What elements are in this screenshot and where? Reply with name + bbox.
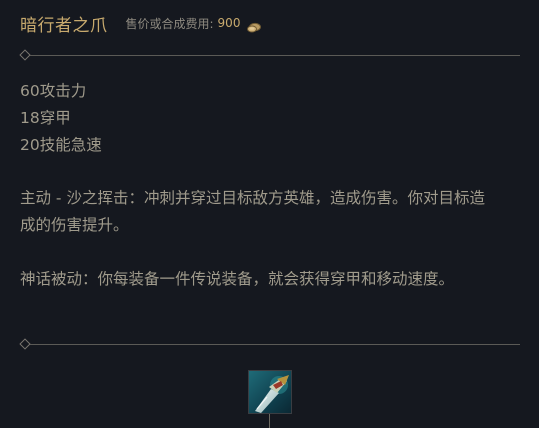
footer-divider: [19, 338, 520, 350]
stat-attack-damage: 60攻击力: [20, 82, 87, 100]
diamond-ornament-icon: [19, 338, 31, 350]
build-tree-connector: [269, 414, 270, 428]
gold-coins-icon: [247, 18, 262, 32]
item-name: 暗行者之爪: [20, 15, 108, 36]
mythic-passive-description: 神话被动：你每装备一件传说装备，就会获得穿甲和移动速度。: [20, 270, 455, 288]
cost-label: 售价或合成费用:: [125, 16, 214, 31]
stat-lethality: 18穿甲: [20, 109, 71, 127]
item-header: 暗行者之爪 售价或合成费用: 900: [20, 10, 262, 36]
cost-value: 900: [217, 16, 241, 30]
stat-ability-haste: 20技能急速: [20, 136, 102, 154]
header-divider: [19, 49, 520, 61]
stats-list: 60攻击力 18穿甲 20技能急速: [20, 78, 102, 159]
blade-claw-icon[interactable]: [248, 370, 292, 414]
active-ability-description: 主动 - 沙之挥击：冲刺并穿过目标敌方英雄，造成伤害。你对目标造成的伤害提升。: [20, 189, 485, 234]
diamond-ornament-icon: [19, 49, 31, 61]
